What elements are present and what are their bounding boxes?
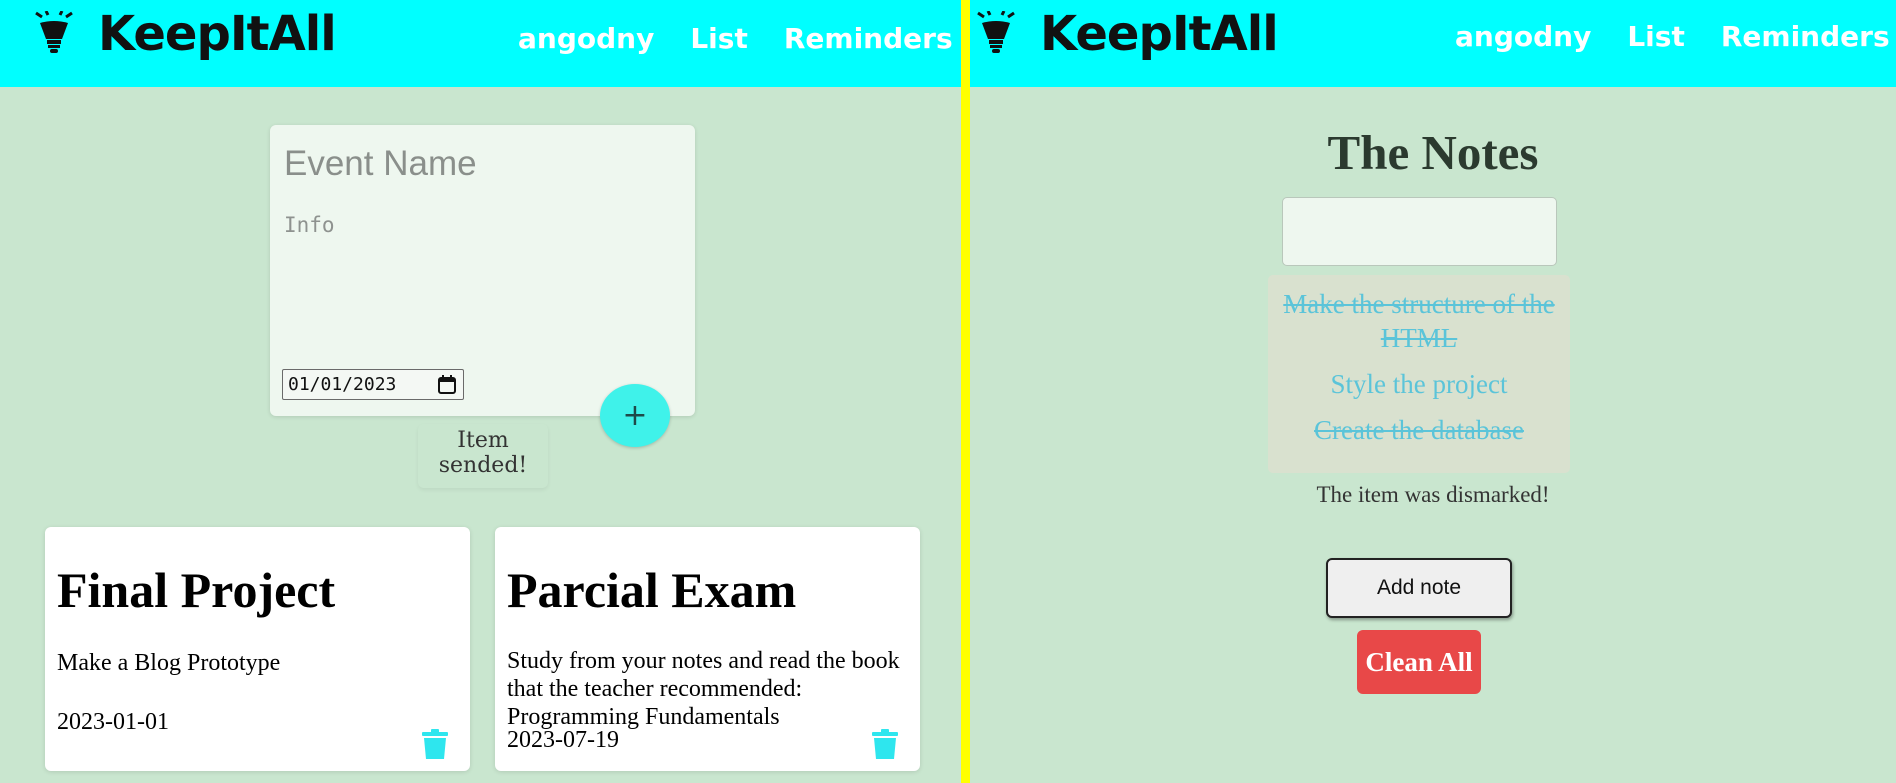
card-info: Study from your notes and read the book … — [507, 648, 900, 730]
add-note-button[interactable]: Add note — [1326, 558, 1512, 618]
notes-list: Make the structure of the HTML Style the… — [1268, 275, 1570, 473]
card-title: Parcial Exam — [507, 562, 797, 618]
brand[interactable]: KeepItAll — [976, 6, 1279, 62]
lightbulb-icon — [35, 11, 73, 53]
left-window: KeepItAll angodny List Reminders 01/01/2… — [0, 0, 961, 783]
nav-link-list[interactable]: List — [690, 22, 748, 55]
event-card: Parcial Exam Study from your notes and r… — [495, 527, 920, 771]
note-item[interactable]: Make the structure of the HTML — [1268, 287, 1570, 355]
calendar-icon[interactable] — [437, 375, 457, 395]
info-textarea[interactable] — [284, 213, 679, 363]
date-input[interactable]: 01/01/2023 — [282, 369, 464, 400]
card-title: Final Project — [57, 562, 336, 618]
toast-message: Item sended! — [418, 424, 548, 488]
nav-link-user[interactable]: angodny — [1455, 20, 1591, 53]
nav-links: angodny List Reminders — [518, 22, 953, 55]
navbar: KeepItAll angodny List Reminders — [0, 0, 961, 87]
trash-icon[interactable] — [872, 729, 898, 759]
brand[interactable]: KeepItAll — [34, 6, 337, 62]
event-form: 01/01/2023 — [270, 125, 695, 416]
note-item[interactable]: Style the project — [1268, 367, 1570, 401]
nav-link-user[interactable]: angodny — [518, 22, 654, 55]
lightbulb-icon — [977, 11, 1015, 53]
clean-all-button[interactable]: Clean All — [1357, 630, 1481, 694]
nav-link-reminders[interactable]: Reminders — [784, 22, 953, 55]
note-input[interactable] — [1282, 197, 1557, 266]
trash-icon[interactable] — [422, 729, 448, 759]
status-message: The item was dismarked! — [1316, 482, 1550, 507]
nav-link-reminders[interactable]: Reminders — [1721, 20, 1890, 53]
note-item[interactable]: Create the database — [1268, 413, 1570, 447]
card-info: Make a Blog Prototype — [57, 650, 281, 676]
card-date: 2023-01-01 — [57, 709, 169, 735]
navbar: KeepItAll angodny List Reminders — [970, 0, 1896, 87]
right-window: KeepItAll angodny List Reminders The Not… — [970, 0, 1896, 783]
card-date: 2023-07-19 — [507, 727, 619, 753]
brand-name: KeepItAll — [98, 6, 337, 62]
add-event-button[interactable]: + — [600, 384, 670, 447]
event-name-input[interactable] — [284, 141, 674, 187]
nav-links: angodny List Reminders — [1455, 20, 1890, 53]
event-card: Final Project Make a Blog Prototype 2023… — [45, 527, 470, 771]
date-value: 01/01/2023 — [288, 374, 397, 395]
page-title: The Notes — [1327, 125, 1539, 180]
brand-name: KeepItAll — [1040, 6, 1279, 62]
nav-link-list[interactable]: List — [1627, 20, 1685, 53]
